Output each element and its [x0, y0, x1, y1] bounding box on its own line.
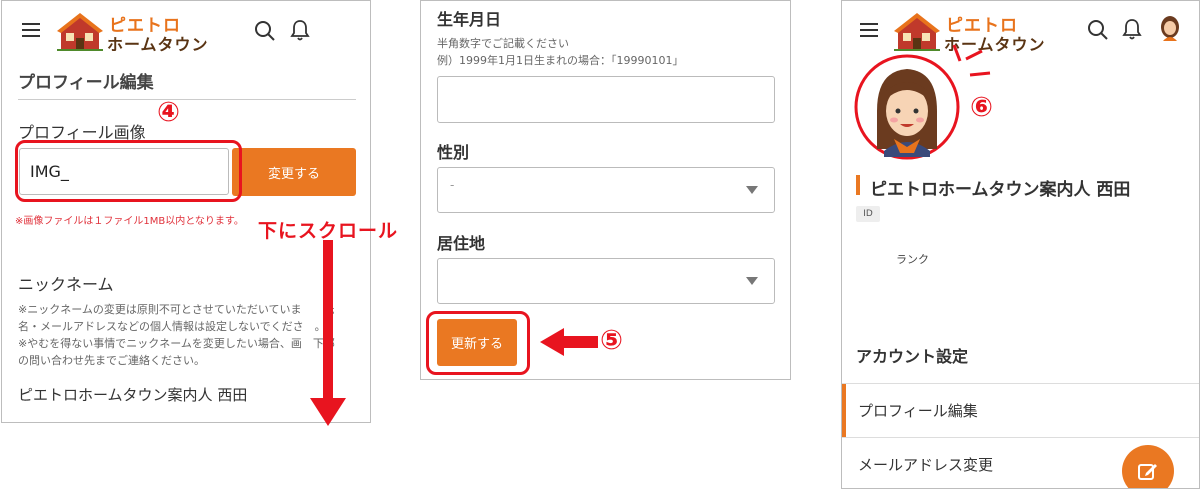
nickname-note-1: ※ニックネームの変更は原則不可とさせていただいていま 氏	[18, 303, 335, 316]
change-image-button[interactable]: 変更する	[232, 148, 356, 196]
down-arrow-icon	[310, 240, 346, 426]
avatar-small[interactable]	[1159, 15, 1181, 41]
search-icon[interactable]	[254, 20, 276, 42]
image-size-note: ※画像ファイルは１ファイル1MB以内となります。	[15, 216, 244, 227]
gender-label: 性別	[437, 143, 470, 162]
my-page-screen: ピエトロ ホームタウン ⑥ ピエトロホームタウン案内人 西田 ID ランク アカ…	[841, 0, 1200, 489]
nickname-note-2: 名・メールアドレスなどの個人情報は設定しないでくださ 。	[18, 320, 326, 333]
brand-name-line2: ホームタウン	[107, 35, 209, 54]
brand-logo[interactable]: ピエトロ ホームタウン	[57, 7, 209, 55]
gender-select[interactable]: -	[437, 167, 775, 213]
title-divider	[18, 99, 356, 100]
nickname-label: ニックネーム	[18, 275, 114, 294]
residence-select[interactable]	[437, 258, 775, 304]
birthdate-label: 生年月日	[437, 10, 502, 29]
left-arrow-icon	[540, 328, 598, 356]
account-settings-heading: アカウント設定	[856, 347, 969, 366]
chevron-down-icon	[746, 186, 758, 194]
chevron-down-icon	[746, 277, 758, 285]
house-logo-icon	[57, 13, 103, 51]
birthdate-input[interactable]	[437, 76, 775, 123]
step4-marker: ④	[157, 97, 180, 128]
user-name: ピエトロホームタウン案内人 西田	[870, 180, 1131, 200]
hamburger-icon[interactable]	[22, 23, 40, 37]
hamburger-icon[interactable]	[860, 23, 878, 37]
scroll-instruction: 下にスクロール	[258, 220, 399, 242]
step5-highlight	[426, 311, 530, 375]
step5-marker: ⑤	[600, 325, 623, 356]
house-logo-icon	[894, 13, 940, 51]
nickname-note-4: の問い合わせ先までご連絡ください。	[18, 354, 205, 367]
rank-label: ランク	[896, 253, 929, 266]
bell-icon[interactable]	[290, 19, 310, 41]
birthdate-hint-2: 例）1999年1月1日生まれの場合：「19990101」	[437, 54, 684, 67]
emphasis-burst	[952, 44, 991, 77]
name-accent-bar	[856, 175, 860, 195]
search-icon[interactable]	[1087, 19, 1109, 41]
id-badge: ID	[856, 206, 880, 222]
bell-icon[interactable]	[1122, 18, 1142, 40]
edit-fab[interactable]	[1122, 445, 1174, 488]
edit-icon	[1138, 464, 1157, 480]
page-title: プロフィール編集	[18, 73, 154, 93]
gender-select-value: -	[450, 178, 455, 192]
residence-label: 居住地	[437, 234, 486, 253]
menu-item-profile-edit[interactable]: プロフィール編集	[842, 384, 1199, 437]
step4-highlight	[15, 140, 242, 202]
nickname-note-3: ※やむを得ない事情でニックネームを変更したい場合、画 下部	[18, 337, 335, 350]
step6-marker: ⑥	[970, 92, 993, 123]
birthdate-hint-1: 半角数字でご記載ください	[437, 37, 569, 50]
profile-edit-screen-scrolled: 生年月日 半角数字でご記載ください 例）1999年1月1日生まれの場合：「199…	[420, 0, 791, 380]
nickname-value: ピエトロホームタウン案内人 西田	[18, 386, 248, 404]
